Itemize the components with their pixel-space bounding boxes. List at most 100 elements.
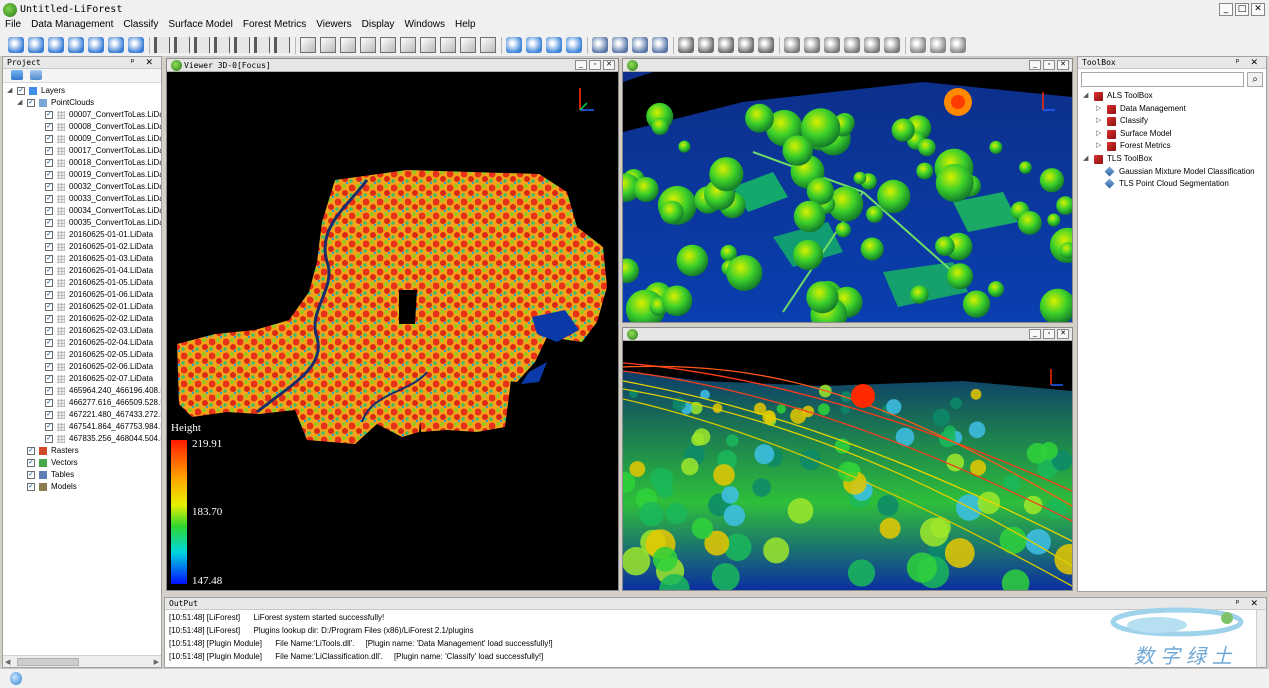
layers-tab-icon[interactable] <box>11 70 23 80</box>
layer-checkbox[interactable]: ✓ <box>45 363 53 371</box>
viewer-minimize-button[interactable]: _ <box>575 60 587 70</box>
toolbox-item[interactable]: TLS Point Cloud Segmentation <box>1078 178 1266 190</box>
zoom-in-icon[interactable] <box>526 37 542 53</box>
cut-icon[interactable] <box>884 37 900 53</box>
field-c-icon[interactable] <box>194 37 210 53</box>
top-right-3d-viewer[interactable]: _ ▫ ✕ <box>622 58 1073 323</box>
search-icon[interactable]: ⌕ <box>1247 72 1263 87</box>
layer-checkbox[interactable]: ✓ <box>45 231 53 239</box>
zoom-extent-icon[interactable] <box>506 37 522 53</box>
blank-doc-icon[interactable] <box>88 37 104 53</box>
menu-file[interactable]: File <box>0 17 26 33</box>
viewer-close-button[interactable]: ✕ <box>603 60 615 70</box>
layer-checkbox[interactable]: ✓ <box>45 291 53 299</box>
add-data-icon[interactable] <box>48 37 64 53</box>
profile-icon[interactable] <box>738 37 754 53</box>
toolbox-panel-controls[interactable]: ᵖ ✕ <box>1236 57 1262 69</box>
expand-arrow-icon[interactable]: ▷ <box>1096 103 1101 115</box>
layer-checkbox[interactable]: ✓ <box>45 183 53 191</box>
layer-checkbox[interactable]: ✓ <box>17 87 25 95</box>
menu-surface-model[interactable]: Surface Model <box>163 17 237 33</box>
menu-data-management[interactable]: Data Management <box>26 17 118 33</box>
main-3d-viewer[interactable]: Viewer 3D-0[Focus] _ ▫ ✕ Height 219.91 1… <box>166 58 619 591</box>
layer-checkbox[interactable]: ✓ <box>45 195 53 203</box>
view-cube-4-icon[interactable] <box>360 37 376 53</box>
select-box-icon[interactable] <box>804 37 820 53</box>
select-star-icon[interactable] <box>824 37 840 53</box>
field-i-icon[interactable] <box>174 37 190 53</box>
expand-arrow-icon[interactable]: ◢ <box>1083 153 1088 165</box>
field-r-icon[interactable] <box>234 37 250 53</box>
zoom-out-icon[interactable] <box>546 37 562 53</box>
view-cube-9-icon[interactable] <box>460 37 476 53</box>
layer-checkbox[interactable]: ✓ <box>27 483 35 491</box>
frame-icon[interactable] <box>718 37 734 53</box>
scrollbar-thumb[interactable] <box>17 658 79 666</box>
layer-checkbox[interactable]: ✓ <box>27 99 35 107</box>
render-1-icon[interactable] <box>910 37 926 53</box>
layer-checkbox[interactable]: ✓ <box>45 267 53 275</box>
toolbox-item[interactable]: ▷ Data Management <box>1078 103 1266 115</box>
toolbox-item[interactable]: ◢ ALS ToolBox <box>1078 90 1266 102</box>
layer-checkbox[interactable]: ✓ <box>45 327 53 335</box>
menu-windows[interactable]: Windows <box>399 17 450 33</box>
catalog-tab-icon[interactable] <box>30 70 42 80</box>
save-icon[interactable] <box>108 37 124 53</box>
pan-icon[interactable] <box>566 37 582 53</box>
toolbox-item[interactable]: ◢ TLS ToolBox <box>1078 153 1266 165</box>
layer-checkbox[interactable]: ✓ <box>45 423 53 431</box>
view-cube-6-icon[interactable] <box>400 37 416 53</box>
grid-icon[interactable] <box>612 37 628 53</box>
layer-checkbox[interactable]: ✓ <box>45 207 53 215</box>
layer-checkbox[interactable]: ✓ <box>45 375 53 383</box>
toolbox-search-input[interactable] <box>1081 72 1244 87</box>
layer-checkbox[interactable]: ✓ <box>45 135 53 143</box>
open-folder-icon[interactable] <box>28 37 44 53</box>
project-panel-controls[interactable]: ᵖ ✕ <box>131 57 157 69</box>
layer-checkbox[interactable]: ✓ <box>45 219 53 227</box>
close-button[interactable]: ✕ <box>1251 3 1265 16</box>
view-cube-2-icon[interactable] <box>320 37 336 53</box>
color-icon[interactable] <box>632 37 648 53</box>
viewer-float-button[interactable]: ▫ <box>1043 60 1055 70</box>
view-cube-1-icon[interactable] <box>300 37 316 53</box>
menu-display[interactable]: Display <box>357 17 400 33</box>
layer-checkbox[interactable]: ✓ <box>45 243 53 251</box>
layer-checkbox[interactable]: ✓ <box>45 171 53 179</box>
viewer-float-button[interactable]: ▫ <box>589 60 601 70</box>
layer-checkbox[interactable]: ✓ <box>45 351 53 359</box>
layer-checkbox[interactable]: ✓ <box>45 399 53 407</box>
layer-checkbox[interactable]: ✓ <box>27 459 35 467</box>
expand-arrow-icon[interactable]: ◢ <box>7 85 12 97</box>
output-vertical-scrollbar[interactable] <box>1256 610 1266 667</box>
toolbox-item[interactable]: ▷ Surface Model <box>1078 128 1266 140</box>
viewer-float-button[interactable]: ▫ <box>1043 329 1055 339</box>
layer-checkbox[interactable]: ✓ <box>45 159 53 167</box>
expand-arrow-icon[interactable]: ▷ <box>1096 128 1101 140</box>
new-icon[interactable] <box>8 37 24 53</box>
view-cube-7-icon[interactable] <box>420 37 436 53</box>
toolbox-item[interactable]: Gaussian Mixture Model Classification <box>1078 166 1266 178</box>
menu-help[interactable]: Help <box>450 17 481 33</box>
layer-checkbox[interactable]: ✓ <box>45 255 53 263</box>
crosshair-icon[interactable] <box>678 37 694 53</box>
screenshot-icon[interactable] <box>592 37 608 53</box>
layer-checkbox[interactable]: ✓ <box>45 279 53 287</box>
expand-arrow-icon[interactable]: ◢ <box>1083 90 1088 102</box>
toolbox-item[interactable]: ▷ Classify <box>1078 115 1266 127</box>
select-tree-icon[interactable] <box>784 37 800 53</box>
save-as-icon[interactable] <box>128 37 144 53</box>
render-3-icon[interactable] <box>950 37 966 53</box>
layer-checkbox[interactable]: ✓ <box>45 435 53 443</box>
field-id-icon[interactable] <box>274 37 290 53</box>
bottom-right-viewer-canvas[interactable] <box>623 341 1072 590</box>
select-lasso-icon[interactable] <box>844 37 860 53</box>
scroll-left-arrow-icon[interactable]: ◀ <box>5 658 10 666</box>
menu-viewers[interactable]: Viewers <box>311 17 356 33</box>
layer-checkbox[interactable]: ✓ <box>45 387 53 395</box>
project-horizontal-scrollbar[interactable]: ◀ ▶ <box>3 655 161 667</box>
minimize-button[interactable]: _ <box>1219 3 1233 16</box>
expand-arrow-icon[interactable]: ◢ <box>17 97 22 109</box>
view-cube-8-icon[interactable] <box>440 37 456 53</box>
layer-checkbox[interactable]: ✓ <box>45 111 53 119</box>
